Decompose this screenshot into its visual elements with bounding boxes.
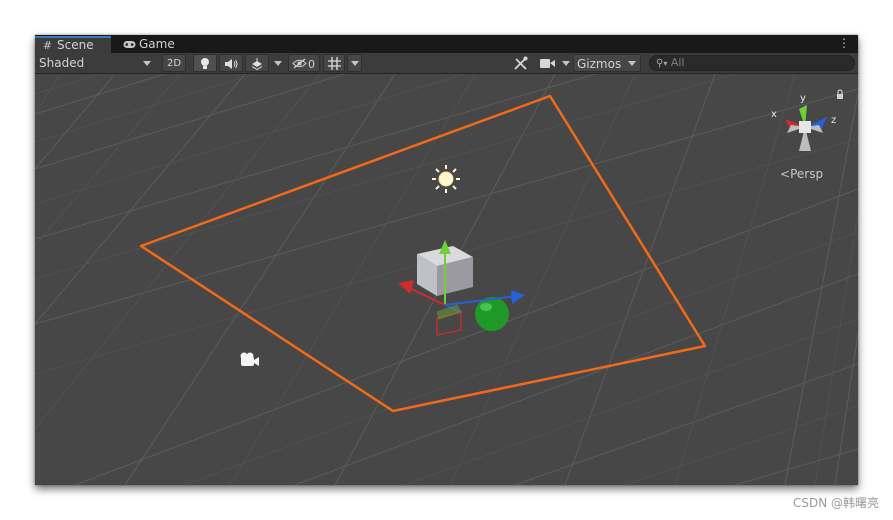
hidden-objects-toggle[interactable]: 0	[288, 54, 320, 72]
tools-button[interactable]	[513, 54, 535, 72]
chevron-down-icon	[562, 61, 570, 66]
effects-dropdown[interactable]	[271, 54, 285, 72]
grid-toggle-button[interactable]	[323, 54, 345, 72]
tab-scene[interactable]: # Scene	[35, 36, 111, 53]
x-axis-label: x	[771, 109, 777, 120]
video-camera-icon	[540, 59, 555, 68]
chevron-down-icon	[628, 61, 636, 66]
chevron-down-icon	[351, 61, 359, 66]
chevron-left-icon: <	[780, 167, 791, 181]
scene-viewport[interactable]: x y z <Persp	[35, 74, 858, 485]
search-field[interactable]: ⚲▾ All	[649, 55, 855, 71]
tab-game[interactable]: Game	[117, 36, 193, 53]
projection-toggle[interactable]: <Persp	[780, 167, 823, 181]
lighting-toggle-button[interactable]	[193, 54, 217, 72]
sphere-object[interactable]	[475, 297, 509, 331]
shading-mode-dropdown[interactable]: Shaded	[39, 54, 155, 72]
tab-game-label: Game	[139, 37, 175, 51]
camera-settings-button[interactable]	[540, 54, 560, 72]
camera-settings-dropdown[interactable]	[560, 54, 572, 72]
grid-icon	[327, 57, 341, 70]
tab-scene-label: Scene	[57, 38, 94, 52]
chevron-down-icon	[143, 61, 151, 66]
y-axis-label: y	[800, 93, 806, 104]
eye-slash-icon	[292, 58, 307, 69]
z-axis-label: z	[831, 115, 836, 126]
gizmos-label: Gizmos	[577, 57, 622, 71]
grid-options-dropdown[interactable]	[347, 54, 362, 72]
audio-toggle-button[interactable]	[219, 54, 243, 72]
scene-canvas[interactable]: x y z	[35, 74, 858, 485]
watermark: CSDN @韩曙亮	[792, 496, 879, 510]
effects-toggle-button[interactable]	[245, 54, 269, 72]
tab-bar: # Scene Game ⋮	[35, 35, 858, 53]
search-dropdown-icon: ▾	[663, 59, 668, 68]
toggle-2d-button[interactable]: 2D	[162, 54, 186, 72]
gamepad-icon	[123, 36, 136, 53]
speaker-icon	[225, 59, 238, 69]
lightbulb-icon	[201, 58, 209, 69]
scene-window: # Scene Game ⋮ Shaded 2D 0 Gizmos ⚲▾ All…	[35, 35, 858, 485]
hash-icon: #	[42, 39, 53, 52]
shading-mode-label: Shaded	[39, 56, 85, 70]
chevron-down-icon	[274, 61, 282, 66]
scene-toolbar: Shaded 2D 0 Gizmos ⚲▾ All	[35, 53, 858, 74]
more-options-icon[interactable]: ⋮	[838, 36, 850, 51]
gizmos-dropdown[interactable]: Gizmos	[573, 54, 641, 72]
tools-icon	[514, 56, 528, 70]
search-placeholder: All	[670, 56, 685, 69]
layers-icon	[251, 58, 263, 71]
projection-label: Persp	[790, 167, 824, 181]
hidden-count: 0	[308, 58, 315, 71]
